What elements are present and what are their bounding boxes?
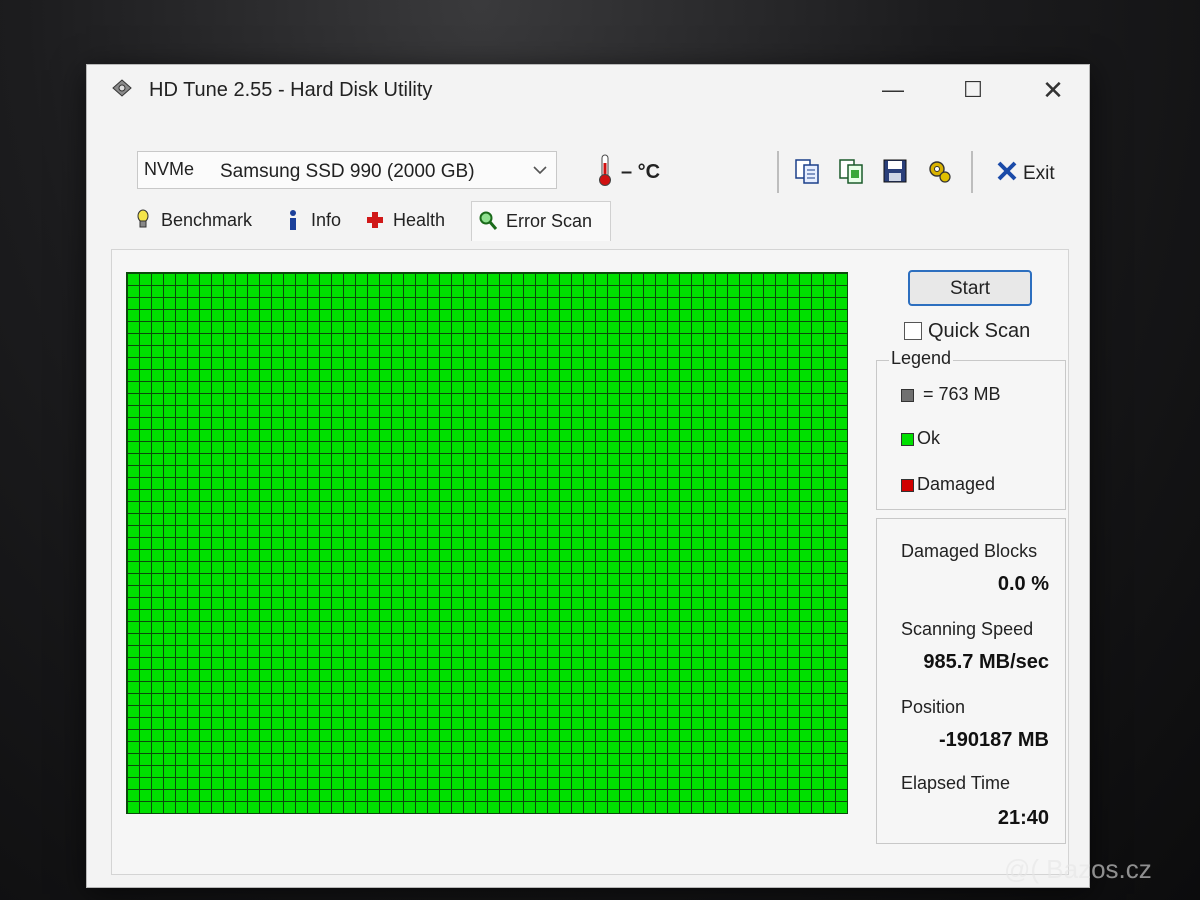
quick-scan-label: Quick Scan (928, 320, 1031, 342)
drive-type-label: NVMe (144, 159, 195, 179)
benchmark-icon (137, 209, 149, 228)
legend-label: Damaged (917, 474, 996, 494)
title-bar: HD Tune 2.55 - Hard Disk Utility — ☐ ✕ (87, 65, 1089, 115)
quick-scan-option[interactable]: Quick Scan (904, 318, 1054, 348)
temperature-readout: – °C (621, 161, 661, 183)
tab-label: Error Scan (506, 211, 593, 231)
error-scan-panel: Start Quick Scan Legend = 763 MB Ok Dama… (111, 249, 1069, 875)
scanning-speed-label: Scanning Speed (901, 619, 1034, 639)
copy-screenshot-icon[interactable] (837, 157, 865, 185)
quick-scan-checkbox[interactable] (904, 322, 922, 340)
toolbar-separator (777, 151, 779, 193)
options-icon[interactable] (925, 157, 953, 185)
start-button[interactable]: Start (908, 270, 1032, 306)
magnifier-icon (479, 211, 498, 230)
tab-label: Health (393, 210, 446, 230)
toolbar: NVMe Samsung SSD 990 (2000 GB) – °C Exit (133, 145, 1073, 207)
maximize-button[interactable]: ☐ (953, 73, 993, 107)
tab-health[interactable]: Health (359, 201, 463, 241)
tab-info[interactable]: Info (277, 201, 353, 241)
minimize-button[interactable]: — (873, 73, 913, 107)
legend-swatch (901, 479, 914, 492)
thermometer-icon (599, 154, 611, 186)
save-icon[interactable] (881, 157, 909, 185)
elapsed-time-value: 21:40 (997, 807, 1049, 829)
tab-label: Info (311, 210, 342, 230)
legend-label: Ok (917, 428, 941, 448)
damaged-blocks-label: Damaged Blocks (901, 541, 1038, 561)
scan-statistics: Damaged Blocks 0.0 % Scanning Speed 985.… (876, 518, 1066, 844)
legend-swatch (901, 389, 914, 402)
info-icon (290, 210, 296, 230)
drive-select[interactable]: NVMe Samsung SSD 990 (2000 GB) (137, 151, 557, 189)
tab-error-scan[interactable]: Error Scan (471, 201, 611, 241)
position-label: Position (901, 697, 966, 717)
elapsed-time-label: Elapsed Time (901, 773, 1011, 793)
damaged-blocks-value: 0.0 % (997, 573, 1049, 595)
watermark: @( Bazos.cz (1004, 854, 1152, 884)
close-button[interactable]: ✕ (1033, 73, 1073, 107)
hd-tune-window: HD Tune 2.55 - Hard Disk Utility — ☐ ✕ N… (86, 64, 1090, 888)
window-title: HD Tune 2.55 - Hard Disk Utility (149, 79, 433, 101)
legend-swatch (901, 433, 914, 446)
legend-title: Legend (889, 348, 954, 369)
copy-text-icon[interactable] (793, 157, 821, 185)
legend-group: Legend = 763 MB Ok Damaged (876, 348, 1066, 510)
tab-benchmark[interactable]: Benchmark (127, 201, 273, 241)
close-icon (997, 161, 1017, 181)
scanning-speed-value: 985.7 MB/sec (923, 651, 1049, 673)
toolbar-separator (971, 151, 973, 193)
health-cross-icon (367, 212, 383, 228)
drive-name: Samsung SSD 990 (2000 GB) (220, 161, 475, 182)
tab-label: Benchmark (161, 210, 253, 230)
chevron-down-icon (533, 166, 547, 175)
exit-button[interactable]: Exit (991, 153, 1071, 189)
legend-label: = 763 MB (923, 384, 1001, 404)
tab-bar: Benchmark Info Health Error Scan (127, 201, 627, 241)
position-value: -190187 MB (938, 729, 1049, 751)
hard-disk-icon (112, 79, 132, 97)
exit-label: Exit (1023, 163, 1055, 184)
scan-block-map (126, 272, 848, 814)
